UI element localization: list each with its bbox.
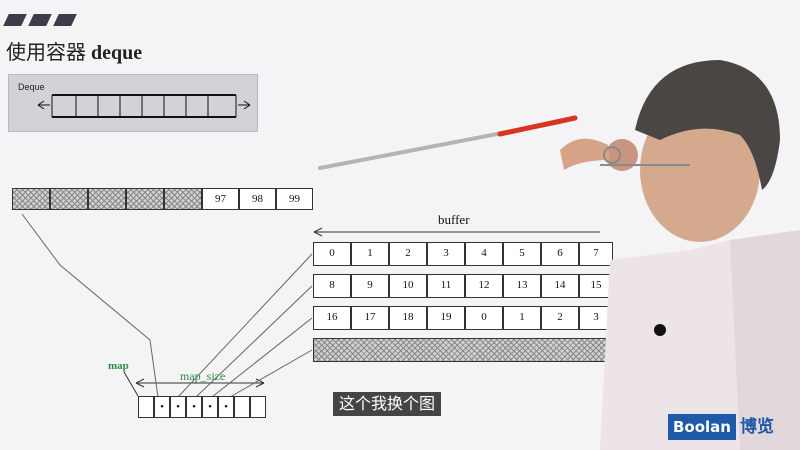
hatched-cell — [50, 188, 88, 210]
top-row-cell: 99 — [276, 188, 313, 210]
buffer-cell: 2 — [389, 242, 427, 266]
buffer-cell: 13 — [503, 274, 541, 298]
buffer-cell: 12 — [465, 274, 503, 298]
buffer-cell: 19 — [427, 306, 465, 330]
map-cell: • — [186, 396, 202, 418]
hatched-cell — [164, 188, 202, 210]
hatched-cell — [88, 188, 126, 210]
buffer-cell: 18 — [389, 306, 427, 330]
top-row-cell: 97 — [202, 188, 239, 210]
map-cell: • — [154, 396, 170, 418]
buffer-cell: 1 — [351, 242, 389, 266]
logo-text-en: Boolan — [668, 414, 736, 440]
presenter-figure — [560, 60, 800, 450]
buffer-cell: 9 — [351, 274, 389, 298]
map-cell: • — [170, 396, 186, 418]
buffer-cell: 8 — [313, 274, 351, 298]
map-cell — [234, 396, 250, 418]
map-cell: • — [202, 396, 218, 418]
buffer-cell: 1 — [503, 306, 541, 330]
boolan-logo: Boolan 博览 — [668, 414, 794, 440]
buffer-cell: 0 — [465, 306, 503, 330]
map-cell — [250, 396, 266, 418]
buffer-cell: 3 — [427, 242, 465, 266]
top-row-cell: 98 — [239, 188, 276, 210]
hatched-cell — [12, 188, 50, 210]
map-cell: • — [218, 396, 234, 418]
buffer-cell: 16 — [313, 306, 351, 330]
map-cell — [138, 396, 154, 418]
buffer-cell: 11 — [427, 274, 465, 298]
buffer-cell: 0 — [313, 242, 351, 266]
logo-text-cn: 博览 — [740, 417, 774, 437]
buffer-cell: 10 — [389, 274, 427, 298]
hatched-cell — [126, 188, 164, 210]
map-label: map — [108, 360, 129, 372]
buffer-cell: 4 — [465, 242, 503, 266]
subtitle-caption: 这个我换个图 — [333, 392, 442, 416]
buffer-cell: 5 — [503, 242, 541, 266]
map-size-label: map_size — [180, 369, 226, 383]
buffer-label: buffer — [438, 212, 470, 227]
buffer-cell: 17 — [351, 306, 389, 330]
